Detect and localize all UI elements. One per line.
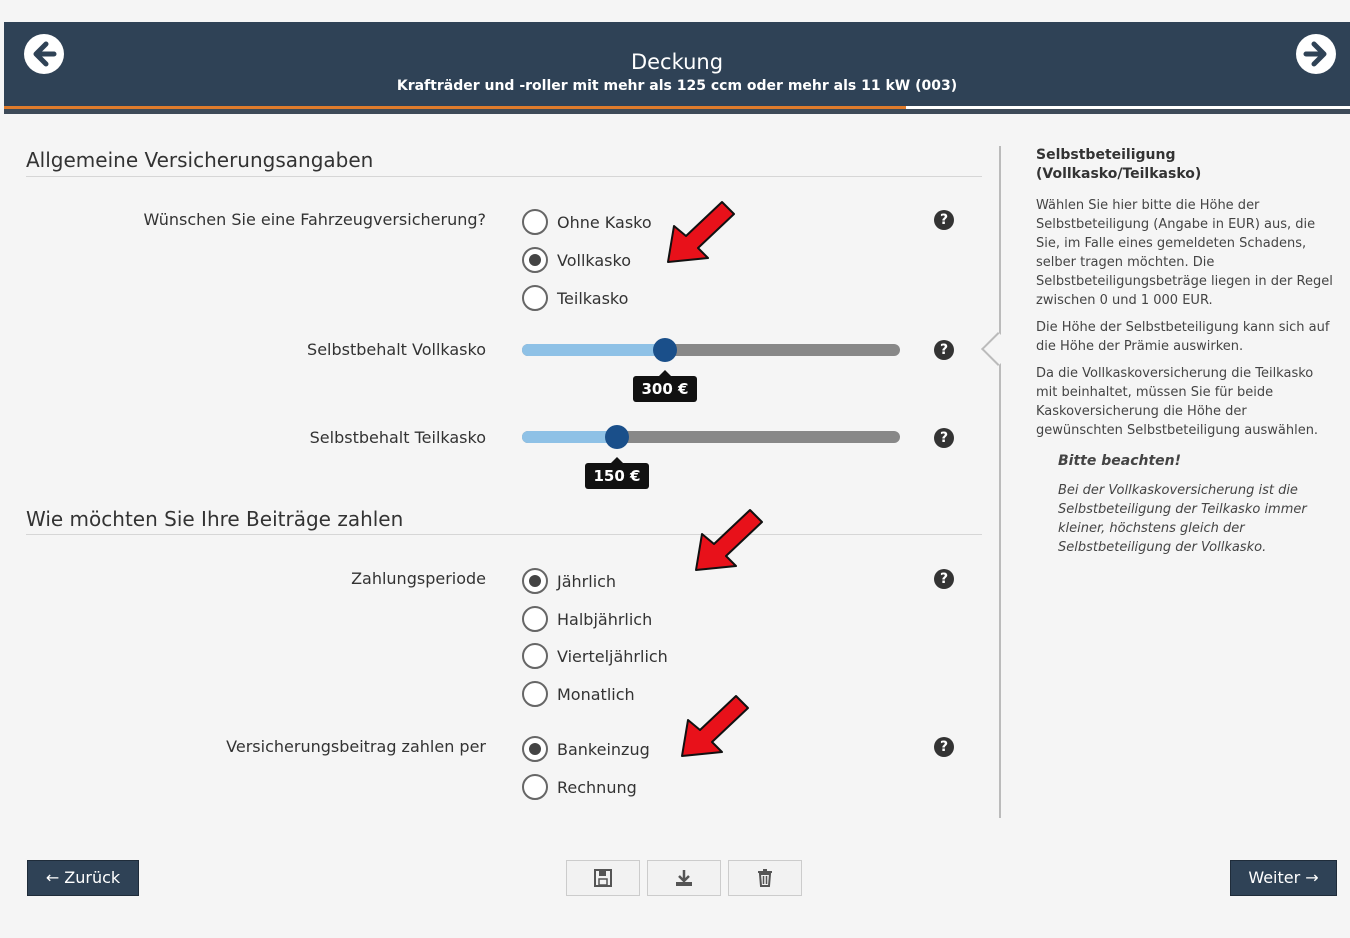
- download-button[interactable]: [647, 860, 721, 896]
- slider-teilkasko[interactable]: [522, 425, 900, 449]
- radio-ohne-kasko[interactable]: Ohne Kasko: [522, 208, 652, 236]
- trash-icon: [758, 869, 772, 887]
- slider-vollkasko[interactable]: [522, 338, 900, 362]
- slider-handle[interactable]: [605, 425, 629, 449]
- insurance-question-label: Wünschen Sie eine Fahrzeugversicherung?: [143, 210, 486, 229]
- radio-label: Bankeinzug: [557, 739, 650, 759]
- radio-circle[interactable]: [522, 643, 548, 669]
- page-title: Deckung: [630, 50, 724, 74]
- slider-value-tooltip: 300 €: [632, 370, 698, 402]
- sidebar-note-title: Bitte beachten!: [1058, 453, 1181, 469]
- radio-jaehrlich[interactable]: Jährlich: [522, 567, 616, 595]
- section-divider: [26, 534, 982, 535]
- radio-circle[interactable]: [522, 606, 548, 632]
- slider-fill: [522, 431, 617, 443]
- annotation-arrow-icon: [695, 509, 763, 571]
- radio-monatlich[interactable]: Monatlich: [522, 680, 635, 708]
- radio-circle[interactable]: [522, 209, 548, 235]
- save-button[interactable]: [566, 860, 640, 896]
- download-icon: [676, 870, 692, 886]
- sidebar-divider: [999, 146, 1001, 818]
- floppy-disk-icon: [594, 869, 612, 887]
- radio-rechnung[interactable]: Rechnung: [522, 773, 637, 801]
- sidebar-paragraph: Die Höhe der Selbstbeteiligung kann sich…: [1036, 320, 1330, 354]
- radio-vollkasko[interactable]: Vollkasko: [522, 246, 631, 274]
- page-subtitle: Krafträder und -roller mit mehr als 125 …: [396, 78, 958, 94]
- slider-vollkasko-label: Selbstbehalt Vollkasko: [307, 340, 486, 359]
- help-sidebar: Selbstbeteiligung (Vollkasko/Teilkasko) …: [1036, 146, 1336, 557]
- help-icon[interactable]: ?: [934, 737, 954, 757]
- annotation-arrow-icon: [667, 201, 735, 263]
- next-button[interactable]: Weiter →: [1230, 860, 1337, 896]
- section-title-payment: Wie möchten Sie Ihre Beiträge zahlen: [26, 507, 404, 531]
- radio-circle[interactable]: [522, 736, 548, 762]
- payment-method-label: Versicherungsbeitrag zahlen per: [226, 737, 486, 756]
- radio-circle[interactable]: [522, 681, 548, 707]
- sidebar-paragraph: Wählen Sie hier bitte die Höhe der Selbs…: [1036, 198, 1333, 308]
- radio-label: Vollkasko: [557, 250, 631, 270]
- slider-handle[interactable]: [653, 338, 677, 362]
- annotation-arrow-icon: [681, 695, 749, 757]
- help-icon[interactable]: ?: [934, 340, 954, 360]
- radio-label: Jährlich: [557, 571, 617, 591]
- delete-button[interactable]: [728, 860, 802, 896]
- radio-circle[interactable]: [522, 568, 548, 594]
- back-button[interactable]: ← Zurück: [27, 860, 139, 896]
- help-icon[interactable]: ?: [934, 210, 954, 230]
- radio-halbjaehrlich[interactable]: Halbjährlich: [522, 605, 652, 633]
- section-divider: [26, 176, 982, 177]
- slider-value-tooltip: 150 €: [584, 457, 650, 489]
- radio-label: Vierteljährlich: [557, 646, 668, 666]
- radio-vierteljaehrlich[interactable]: Vierteljährlich: [522, 642, 668, 670]
- header-shadow: [4, 109, 1350, 114]
- sidebar-paragraph: Da die Vollkaskoversicherung die Teilkas…: [1036, 366, 1319, 438]
- help-icon[interactable]: ?: [934, 569, 954, 589]
- slider-teilkasko-label: Selbstbehalt Teilkasko: [309, 428, 486, 447]
- forward-arrow-icon[interactable]: [1296, 34, 1336, 74]
- header-bar: Deckung Krafträder und -roller mit mehr …: [4, 22, 1350, 106]
- radio-label: Halbjährlich: [557, 609, 653, 629]
- radio-circle[interactable]: [522, 247, 548, 273]
- radio-teilkasko[interactable]: Teilkasko: [522, 284, 628, 312]
- payment-period-label: Zahlungsperiode: [351, 569, 486, 588]
- sidebar-heading: Selbstbeteiligung (Vollkasko/Teilkasko): [1036, 147, 1202, 182]
- slider-fill: [522, 344, 665, 356]
- radio-label: Ohne Kasko: [557, 212, 652, 232]
- section-title-general: Allgemeine Versicherungsangaben: [26, 148, 374, 172]
- radio-label: Rechnung: [557, 777, 637, 797]
- sidebar-note: Bei der Vollkaskoversicherung ist die Se…: [1058, 483, 1307, 555]
- help-icon[interactable]: ?: [934, 428, 954, 448]
- radio-bankeinzug[interactable]: Bankeinzug: [522, 735, 650, 763]
- radio-label: Monatlich: [557, 684, 635, 704]
- radio-circle[interactable]: [522, 285, 548, 311]
- radio-label: Teilkasko: [557, 288, 629, 308]
- radio-circle[interactable]: [522, 774, 548, 800]
